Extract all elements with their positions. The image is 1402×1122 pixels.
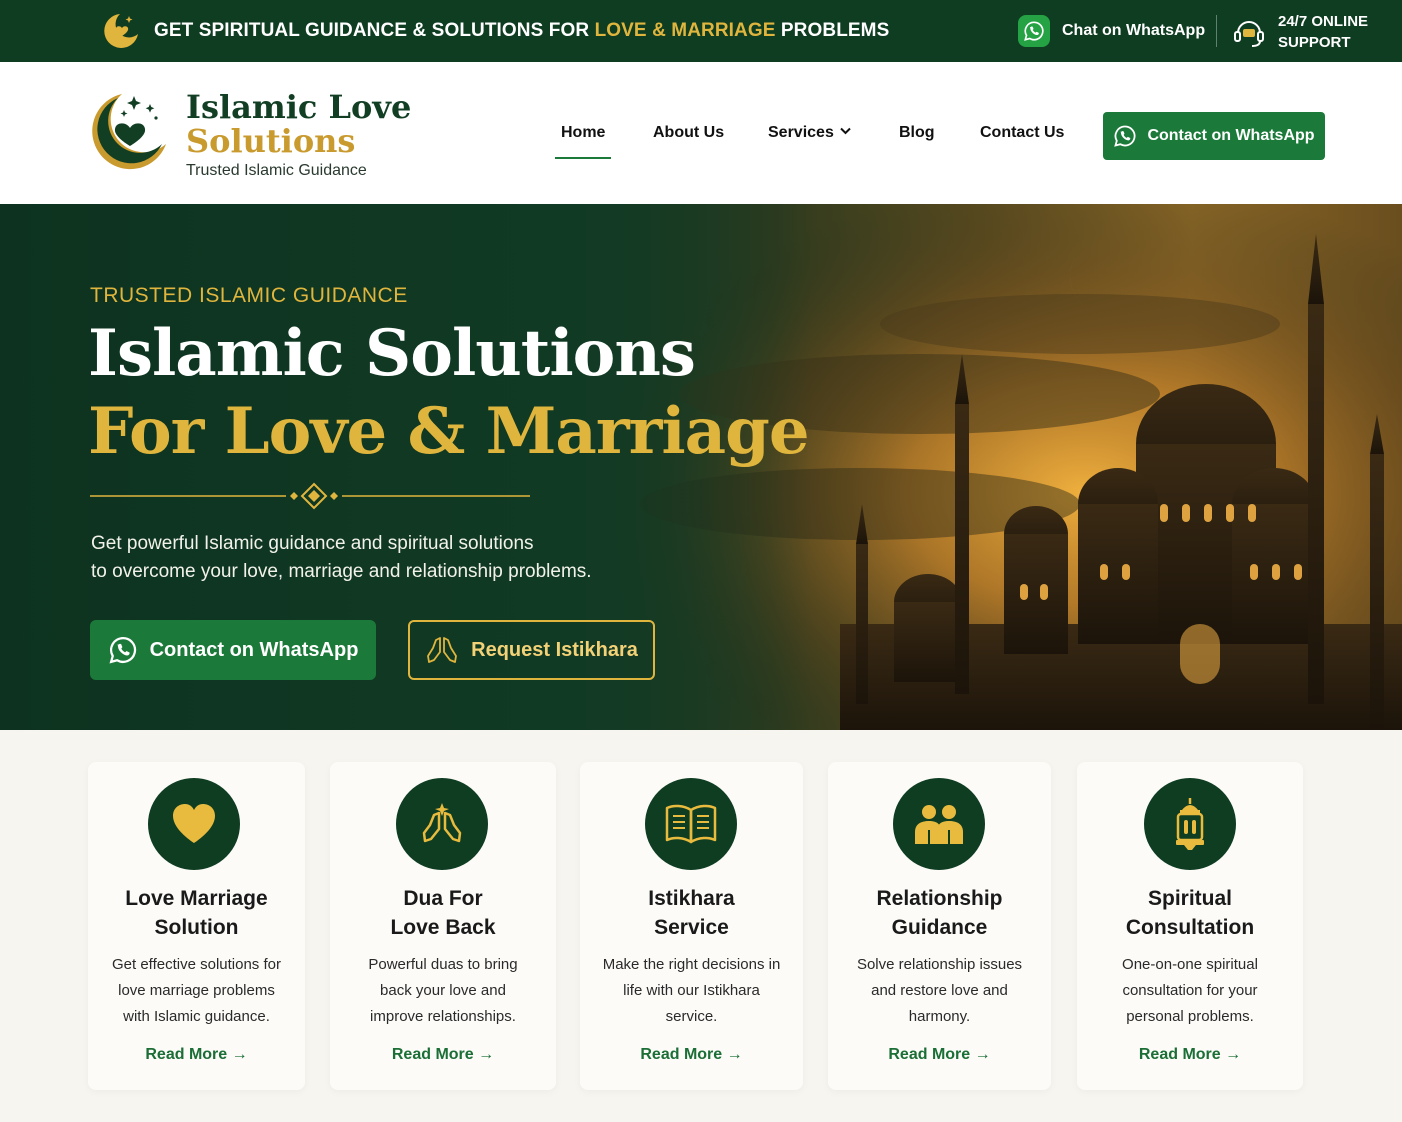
- card-title-line2: Consultation: [1125, 916, 1255, 939]
- card-desc-line1: Make the right decisions in: [602, 956, 781, 973]
- card-desc-line1: Solve relationship issues: [856, 956, 1023, 973]
- praying-hands-icon: [396, 778, 488, 870]
- heart-icon: [148, 778, 240, 870]
- headset-icon: [1234, 21, 1264, 47]
- hero-eyebrow: TRUSTED ISLAMIC GUIDANCE: [90, 284, 408, 307]
- header-whatsapp-label: Contact on WhatsApp: [1147, 127, 1315, 144]
- nav-about-us[interactable]: About Us: [653, 124, 724, 142]
- promo-banner: GET SPIRITUAL GUIDANCE & SOLUTIONS FOR L…: [98, 10, 889, 52]
- read-more-link[interactable]: Read More →: [330, 1046, 556, 1064]
- whatsapp-icon: [109, 636, 136, 664]
- card-title-line1: Istikhara: [648, 887, 735, 910]
- card-desc-line2: love marriage problems: [118, 982, 275, 999]
- hero-whatsapp-button[interactable]: Contact on WhatsApp: [90, 620, 376, 680]
- card-desc-line2: consultation for your: [1122, 982, 1258, 999]
- service-card-dua-love-back[interactable]: Dua For Love Back Powerful duas to bring b…: [330, 762, 556, 1090]
- read-more-link[interactable]: Read More →: [580, 1046, 803, 1064]
- service-card-love-marriage[interactable]: Love Marriage Solution Get effective solu…: [88, 762, 305, 1090]
- card-desc-line3: harmony.: [908, 1008, 971, 1025]
- card-desc-line1: Get effective solutions for: [112, 956, 281, 973]
- card-title-line1: Love Marriage: [125, 887, 268, 910]
- logo-title-line1: Islamic Love: [186, 88, 412, 126]
- card-desc-line3: with Islamic guidance.: [123, 1008, 270, 1025]
- card-desc-line3: personal problems.: [1126, 1008, 1254, 1025]
- crescent-heart-icon: [104, 14, 138, 48]
- hero-title-line1: Islamic Solutions: [88, 316, 696, 391]
- site-header: Islamic Love Solutions Trusted Islamic G…: [0, 62, 1402, 204]
- lantern-icon: [1144, 778, 1236, 870]
- card-title-line2: Service: [654, 916, 729, 939]
- card-desc-line2: life with our Istikhara: [623, 982, 760, 999]
- site-logo[interactable]: Islamic Love Solutions Trusted Islamic G…: [78, 88, 411, 180]
- promo-text: GET SPIRITUAL GUIDANCE & SOLUTIONS FOR L…: [154, 20, 890, 41]
- hero-title-line2: For Love & Marriage: [88, 394, 810, 469]
- topbar-divider: [1216, 15, 1217, 47]
- nav-contact-us[interactable]: Contact Us: [980, 124, 1064, 142]
- read-more-link[interactable]: Read More →: [828, 1046, 1051, 1064]
- open-book-icon: [645, 778, 737, 870]
- online-support: 24/7 ONLINE SUPPORT: [1232, 11, 1368, 53]
- read-more-link[interactable]: Read More →: [88, 1046, 305, 1064]
- header-whatsapp-button[interactable]: Contact on WhatsApp: [1103, 112, 1325, 160]
- nav-services-label: Services: [768, 124, 834, 141]
- praying-hands-icon: [427, 637, 458, 663]
- top-announcement-bar: GET SPIRITUAL GUIDANCE & SOLUTIONS FOR L…: [0, 0, 1402, 62]
- card-desc-line3: service.: [665, 1008, 718, 1025]
- nav-blog[interactable]: Blog: [899, 124, 935, 142]
- card-title-line2: Solution: [154, 916, 239, 939]
- logo-title-line2: Solutions: [186, 122, 356, 160]
- card-title-line1: Relationship: [876, 887, 1003, 910]
- service-card-istikhara[interactable]: Istikhara Service Make the right decision…: [580, 762, 803, 1090]
- service-card-spiritual-consultation[interactable]: Spiritual Consultation One-on-one spiritu…: [1077, 762, 1303, 1090]
- chevron-down-icon: [840, 127, 851, 135]
- read-more-link[interactable]: Read More →: [1077, 1046, 1303, 1064]
- request-istikhara-label: Request Istikhara: [471, 638, 638, 661]
- card-desc-line1: One-on-one spiritual: [1122, 956, 1258, 973]
- hero-section: TRUSTED ISLAMIC GUIDANCE Islamic Solutio…: [0, 204, 1402, 730]
- card-title-line2: Guidance: [891, 916, 988, 939]
- ornament-divider-icon: [90, 482, 530, 510]
- request-istikhara-button[interactable]: Request Istikhara: [408, 620, 655, 680]
- card-title-line1: Spiritual: [1147, 887, 1232, 910]
- support-line2: SUPPORT: [1278, 34, 1351, 51]
- card-title-line2: Love Back: [390, 916, 496, 939]
- couple-icon: [893, 778, 985, 870]
- logo-tagline: Trusted Islamic Guidance: [186, 162, 367, 179]
- card-desc-line2: back your love and: [380, 982, 506, 999]
- chat-whatsapp-label: Chat on WhatsApp: [1062, 22, 1206, 39]
- service-card-relationship[interactable]: Relationship Guidance Solve relationship …: [828, 762, 1051, 1090]
- whatsapp-icon: [1018, 15, 1050, 47]
- card-desc-line2: and restore love and: [871, 982, 1008, 999]
- chat-whatsapp-link[interactable]: Chat on WhatsApp: [1018, 14, 1205, 48]
- hero-desc-line1: Get powerful Islamic guidance and spirit…: [91, 533, 534, 554]
- hero-description: Get powerful Islamic guidance and spirit…: [91, 530, 651, 586]
- promo-highlight: LOVE & MARRIAGE: [594, 20, 776, 41]
- whatsapp-icon: [1114, 125, 1136, 147]
- crescent-heart-logo-icon: [92, 94, 166, 170]
- card-title-line1: Dua For: [403, 887, 483, 910]
- services-section: Love Marriage Solution Get effective solu…: [0, 730, 1402, 1122]
- card-desc-line1: Powerful duas to bring: [368, 956, 518, 973]
- card-desc-line3: improve relationships.: [370, 1008, 516, 1025]
- nav-home[interactable]: Home: [554, 124, 612, 159]
- nav-services[interactable]: Services: [768, 124, 851, 142]
- hero-whatsapp-label: Contact on WhatsApp: [149, 638, 359, 661]
- support-line1: 24/7 ONLINE: [1278, 13, 1369, 30]
- hero-desc-line2: to overcome your love, marriage and rela…: [91, 561, 592, 582]
